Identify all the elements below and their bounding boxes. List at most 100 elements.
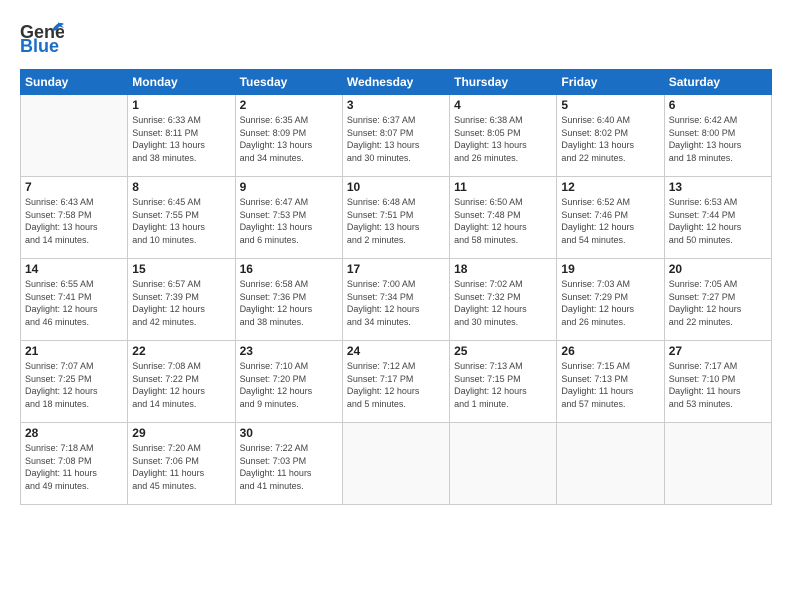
day-info: Sunrise: 7:18 AM Sunset: 7:08 PM Dayligh… [25, 442, 123, 492]
header-friday: Friday [557, 70, 664, 95]
day-number: 5 [561, 98, 659, 112]
calendar-week-row: 21 Sunrise: 7:07 AM Sunset: 7:25 PM Dayli… [21, 341, 772, 423]
logo-icon: General Blue [20, 18, 64, 61]
calendar-week-row: 14 Sunrise: 6:55 AM Sunset: 7:41 PM Dayli… [21, 259, 772, 341]
header-monday: Monday [128, 70, 235, 95]
day-info: Sunrise: 7:10 AM Sunset: 7:20 PM Dayligh… [240, 360, 338, 410]
day-info: Sunrise: 6:57 AM Sunset: 7:39 PM Dayligh… [132, 278, 230, 328]
calendar-cell [21, 95, 128, 177]
calendar-cell: 29 Sunrise: 7:20 AM Sunset: 7:06 PM Dayli… [128, 423, 235, 505]
calendar-cell: 21 Sunrise: 7:07 AM Sunset: 7:25 PM Dayli… [21, 341, 128, 423]
calendar-cell: 28 Sunrise: 7:18 AM Sunset: 7:08 PM Dayli… [21, 423, 128, 505]
calendar-cell: 11 Sunrise: 6:50 AM Sunset: 7:48 PM Dayli… [450, 177, 557, 259]
day-info: Sunrise: 7:08 AM Sunset: 7:22 PM Dayligh… [132, 360, 230, 410]
calendar-week-row: 28 Sunrise: 7:18 AM Sunset: 7:08 PM Dayli… [21, 423, 772, 505]
calendar-cell: 25Sunrise: 7:13 AM Sunset: 7:15 PM Dayli… [450, 341, 557, 423]
calendar-cell: 24 Sunrise: 7:12 AM Sunset: 7:17 PM Dayli… [342, 341, 449, 423]
day-info: Sunrise: 7:05 AM Sunset: 7:27 PM Dayligh… [669, 278, 767, 328]
calendar-cell: 17Sunrise: 7:00 AM Sunset: 7:34 PM Dayli… [342, 259, 449, 341]
day-info: Sunrise: 6:48 AM Sunset: 7:51 PM Dayligh… [347, 196, 445, 246]
day-number: 24 [347, 344, 445, 358]
calendar-cell: 13 Sunrise: 6:53 AM Sunset: 7:44 PM Dayli… [664, 177, 771, 259]
day-number: 15 [132, 262, 230, 276]
day-info: Sunrise: 7:03 AM Sunset: 7:29 PM Dayligh… [561, 278, 659, 328]
day-info: Sunrise: 6:38 AM Sunset: 8:05 PM Dayligh… [454, 114, 552, 164]
calendar-cell: 9 Sunrise: 6:47 AM Sunset: 7:53 PM Daylig… [235, 177, 342, 259]
day-info: Sunrise: 7:20 AM Sunset: 7:06 PM Dayligh… [132, 442, 230, 492]
svg-text:Blue: Blue [20, 36, 59, 56]
day-info: Sunrise: 6:40 AM Sunset: 8:02 PM Dayligh… [561, 114, 659, 164]
calendar-cell: 5 Sunrise: 6:40 AM Sunset: 8:02 PM Daylig… [557, 95, 664, 177]
calendar-cell: 7 Sunrise: 6:43 AM Sunset: 7:58 PM Daylig… [21, 177, 128, 259]
calendar-cell: 1 Sunrise: 6:33 AM Sunset: 8:11 PM Daylig… [128, 95, 235, 177]
day-number: 26 [561, 344, 659, 358]
day-info: Sunrise: 6:58 AM Sunset: 7:36 PM Dayligh… [240, 278, 338, 328]
calendar-cell: 4Sunrise: 6:38 AM Sunset: 8:05 PM Daylig… [450, 95, 557, 177]
day-number: 20 [669, 262, 767, 276]
calendar-cell: 2Sunrise: 6:35 AM Sunset: 8:09 PM Daylig… [235, 95, 342, 177]
day-number: 11 [454, 180, 552, 194]
calendar-cell: 15 Sunrise: 6:57 AM Sunset: 7:39 PM Dayli… [128, 259, 235, 341]
calendar-cell: 3 Sunrise: 6:37 AM Sunset: 8:07 PM Daylig… [342, 95, 449, 177]
day-number: 22 [132, 344, 230, 358]
day-info: Sunrise: 6:55 AM Sunset: 7:41 PM Dayligh… [25, 278, 123, 328]
calendar-cell: 16 Sunrise: 6:58 AM Sunset: 7:36 PM Dayli… [235, 259, 342, 341]
day-info: Sunrise: 6:45 AM Sunset: 7:55 PM Dayligh… [132, 196, 230, 246]
day-number: 29 [132, 426, 230, 440]
day-info: Sunrise: 7:12 AM Sunset: 7:17 PM Dayligh… [347, 360, 445, 410]
header-thursday: Thursday [450, 70, 557, 95]
day-number: 1 [132, 98, 230, 112]
day-number: 16 [240, 262, 338, 276]
calendar-table: Sunday Monday Tuesday Wednesday Thursday… [20, 69, 772, 505]
day-info: Sunrise: 7:22 AM Sunset: 7:03 PM Dayligh… [240, 442, 338, 492]
day-number: 18 [454, 262, 552, 276]
day-info: Sunrise: 6:33 AM Sunset: 8:11 PM Dayligh… [132, 114, 230, 164]
day-number: 19 [561, 262, 659, 276]
day-info: Sunrise: 6:42 AM Sunset: 8:00 PM Dayligh… [669, 114, 767, 164]
header-wednesday: Wednesday [342, 70, 449, 95]
day-number: 8 [132, 180, 230, 194]
calendar-cell: 6 Sunrise: 6:42 AM Sunset: 8:00 PM Daylig… [664, 95, 771, 177]
calendar-cell: 12Sunrise: 6:52 AM Sunset: 7:46 PM Dayli… [557, 177, 664, 259]
day-info: Sunrise: 7:07 AM Sunset: 7:25 PM Dayligh… [25, 360, 123, 410]
day-info: Sunrise: 6:47 AM Sunset: 7:53 PM Dayligh… [240, 196, 338, 246]
day-number: 28 [25, 426, 123, 440]
calendar-cell: 27 Sunrise: 7:17 AM Sunset: 7:10 PM Dayli… [664, 341, 771, 423]
day-number: 23 [240, 344, 338, 358]
page: General Blue Sunday Monday Tuesday Wedne… [0, 0, 792, 612]
day-info: Sunrise: 6:53 AM Sunset: 7:44 PM Dayligh… [669, 196, 767, 246]
calendar-cell: 18Sunrise: 7:02 AM Sunset: 7:32 PM Dayli… [450, 259, 557, 341]
day-number: 9 [240, 180, 338, 194]
day-info: Sunrise: 7:13 AM Sunset: 7:15 PM Dayligh… [454, 360, 552, 410]
day-number: 3 [347, 98, 445, 112]
day-number: 6 [669, 98, 767, 112]
calendar-cell: 20 Sunrise: 7:05 AM Sunset: 7:27 PM Dayli… [664, 259, 771, 341]
calendar-cell: 26Sunrise: 7:15 AM Sunset: 7:13 PM Dayli… [557, 341, 664, 423]
logo: General Blue [20, 18, 66, 61]
day-number: 12 [561, 180, 659, 194]
calendar-cell [342, 423, 449, 505]
header-sunday: Sunday [21, 70, 128, 95]
header-saturday: Saturday [664, 70, 771, 95]
calendar-cell: 22 Sunrise: 7:08 AM Sunset: 7:22 PM Dayli… [128, 341, 235, 423]
day-number: 14 [25, 262, 123, 276]
day-info: Sunrise: 6:43 AM Sunset: 7:58 PM Dayligh… [25, 196, 123, 246]
day-number: 27 [669, 344, 767, 358]
calendar-cell [557, 423, 664, 505]
calendar-cell: 30Sunrise: 7:22 AM Sunset: 7:03 PM Dayli… [235, 423, 342, 505]
day-info: Sunrise: 6:37 AM Sunset: 8:07 PM Dayligh… [347, 114, 445, 164]
day-info: Sunrise: 7:17 AM Sunset: 7:10 PM Dayligh… [669, 360, 767, 410]
calendar-cell: 14 Sunrise: 6:55 AM Sunset: 7:41 PM Dayli… [21, 259, 128, 341]
weekday-header-row: Sunday Monday Tuesday Wednesday Thursday… [21, 70, 772, 95]
day-number: 7 [25, 180, 123, 194]
day-info: Sunrise: 6:50 AM Sunset: 7:48 PM Dayligh… [454, 196, 552, 246]
day-number: 21 [25, 344, 123, 358]
calendar-cell [450, 423, 557, 505]
calendar-cell: 19 Sunrise: 7:03 AM Sunset: 7:29 PM Dayli… [557, 259, 664, 341]
calendar-cell: 23 Sunrise: 7:10 AM Sunset: 7:20 PM Dayli… [235, 341, 342, 423]
day-info: Sunrise: 6:35 AM Sunset: 8:09 PM Dayligh… [240, 114, 338, 164]
day-info: Sunrise: 7:00 AM Sunset: 7:34 PM Dayligh… [347, 278, 445, 328]
calendar-cell: 8 Sunrise: 6:45 AM Sunset: 7:55 PM Daylig… [128, 177, 235, 259]
header-tuesday: Tuesday [235, 70, 342, 95]
day-number: 13 [669, 180, 767, 194]
